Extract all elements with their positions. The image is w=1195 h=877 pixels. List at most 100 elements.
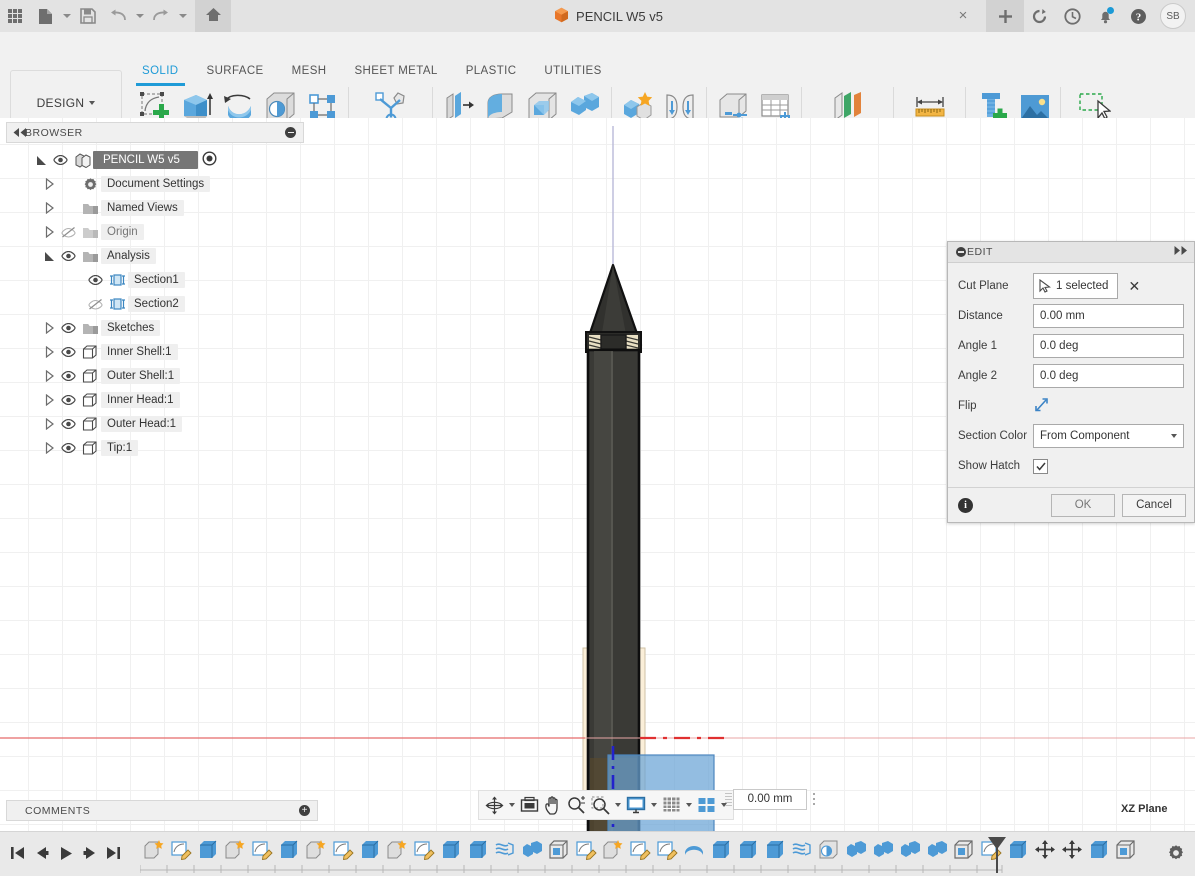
save-icon[interactable] bbox=[73, 0, 103, 32]
tab-utilities[interactable]: UTILITIES bbox=[530, 65, 615, 83]
close-tab-icon[interactable]: × bbox=[956, 8, 970, 23]
tree-item-origin[interactable]: Origin bbox=[6, 220, 304, 244]
avatar[interactable]: SB bbox=[1160, 3, 1186, 29]
clear-selection-icon[interactable]: ✕ bbox=[1128, 279, 1140, 293]
expand-arrow-icon[interactable] bbox=[42, 322, 57, 334]
collapse-left-icon[interactable] bbox=[13, 128, 27, 137]
grid-apps-icon[interactable] bbox=[0, 0, 30, 32]
add-comment-icon[interactable]: + bbox=[299, 805, 310, 816]
timeline-item[interactable] bbox=[1031, 838, 1058, 870]
orbit-icon[interactable] bbox=[483, 793, 506, 817]
orbit-dropdown-caret-icon[interactable] bbox=[507, 793, 517, 817]
visibility-eye-icon[interactable] bbox=[49, 155, 71, 165]
expand-arrow-icon[interactable] bbox=[42, 226, 57, 238]
visibility-eye-icon[interactable] bbox=[57, 443, 79, 453]
info-icon[interactable]: i bbox=[958, 497, 973, 513]
home-tab[interactable] bbox=[195, 0, 231, 32]
tree-item-sketches[interactable]: Sketches bbox=[6, 316, 304, 340]
visibility-eye-off-icon[interactable] bbox=[84, 298, 106, 310]
expand-arrow-icon[interactable] bbox=[42, 394, 57, 406]
angle2-input[interactable]: 0.0 deg bbox=[1033, 364, 1184, 388]
undo-icon[interactable] bbox=[103, 0, 133, 32]
flip-direction-icon[interactable] bbox=[1033, 397, 1050, 416]
tree-item-outer-shell[interactable]: Outer Shell:1 bbox=[6, 364, 304, 388]
timeline-playhead-marker[interactable] bbox=[986, 836, 1008, 874]
timeline-item[interactable] bbox=[1112, 838, 1139, 870]
tree-item-analysis[interactable]: Analysis bbox=[6, 244, 304, 268]
document-tab[interactable]: PENCIL W5 v5 × bbox=[231, 0, 987, 32]
timeline-item[interactable] bbox=[1085, 838, 1112, 870]
viewports-icon[interactable] bbox=[695, 793, 718, 817]
dialog-expand-icon[interactable] bbox=[1174, 246, 1188, 255]
tree-item-named-views[interactable]: Named Views bbox=[6, 196, 304, 220]
tree-root-pencil-w5[interactable]: PENCIL W5 v5 bbox=[6, 148, 304, 172]
dialog-minimize-icon[interactable] bbox=[956, 247, 966, 257]
expand-toggle-icon[interactable] bbox=[34, 155, 49, 166]
visibility-eye-icon[interactable] bbox=[57, 419, 79, 429]
measurement-options-icon[interactable] bbox=[807, 789, 821, 809]
collapse-arrow-icon[interactable] bbox=[42, 251, 57, 262]
refresh-icon[interactable] bbox=[1024, 0, 1055, 32]
comments-panel[interactable]: COMMENTS + bbox=[6, 800, 318, 821]
cut-plane-selection[interactable]: 1 selected bbox=[1033, 273, 1119, 299]
component-activate-radio-icon[interactable] bbox=[202, 151, 217, 169]
pan-icon[interactable] bbox=[542, 793, 564, 817]
browser-header[interactable]: BROWSER bbox=[6, 122, 304, 143]
new-tab-button[interactable] bbox=[986, 0, 1024, 32]
step-forward-icon[interactable] bbox=[78, 840, 100, 866]
skip-end-icon[interactable] bbox=[102, 840, 124, 866]
bell-icon[interactable] bbox=[1090, 0, 1121, 32]
expand-arrow-icon[interactable] bbox=[42, 178, 57, 190]
tree-item-tip[interactable]: Tip:1 bbox=[6, 436, 304, 460]
skip-start-icon[interactable] bbox=[6, 840, 28, 866]
grid-snaps-icon[interactable] bbox=[660, 793, 683, 817]
zoom-icon[interactable] bbox=[565, 793, 588, 817]
tree-item-document-settings[interactable]: Document Settings bbox=[6, 172, 304, 196]
tab-plastic[interactable]: PLASTIC bbox=[452, 65, 531, 83]
step-back-icon[interactable] bbox=[30, 840, 52, 866]
cancel-button[interactable]: Cancel bbox=[1122, 493, 1186, 517]
distance-input[interactable]: 0.00 mm bbox=[1033, 304, 1184, 328]
display-settings-icon[interactable] bbox=[624, 793, 648, 817]
look-at-icon[interactable] bbox=[518, 793, 541, 817]
tab-mesh[interactable]: MESH bbox=[278, 65, 341, 83]
tab-sheet-metal[interactable]: SHEET METAL bbox=[340, 65, 451, 83]
help-icon[interactable]: ? bbox=[1123, 0, 1154, 32]
play-icon[interactable] bbox=[54, 840, 76, 866]
section-color-select[interactable]: From Component bbox=[1033, 424, 1184, 448]
drag-grip-icon[interactable] bbox=[724, 789, 733, 809]
tree-item-outer-head[interactable]: Outer Head:1 bbox=[6, 412, 304, 436]
expand-arrow-icon[interactable] bbox=[42, 370, 57, 382]
visibility-eye-off-icon[interactable] bbox=[57, 226, 79, 238]
expand-arrow-icon[interactable] bbox=[42, 442, 57, 454]
grid-snaps-dropdown-caret-icon[interactable] bbox=[684, 793, 694, 817]
visibility-eye-icon[interactable] bbox=[84, 275, 106, 285]
tab-surface[interactable]: SURFACE bbox=[193, 65, 278, 83]
undo-dropdown-caret-icon[interactable] bbox=[133, 0, 146, 32]
display-settings-dropdown-caret-icon[interactable] bbox=[649, 793, 659, 817]
tree-item-section1[interactable]: Section1 bbox=[6, 268, 304, 292]
browser-minimize-icon[interactable] bbox=[285, 127, 296, 138]
tree-item-inner-head[interactable]: Inner Head:1 bbox=[6, 388, 304, 412]
expand-arrow-icon[interactable] bbox=[42, 202, 57, 214]
visibility-eye-icon[interactable] bbox=[57, 323, 79, 333]
redo-icon[interactable] bbox=[146, 0, 176, 32]
timeline-settings-gear-icon[interactable] bbox=[1167, 844, 1185, 865]
tree-item-inner-shell[interactable]: Inner Shell:1 bbox=[6, 340, 304, 364]
redo-dropdown-caret-icon[interactable] bbox=[176, 0, 189, 32]
file-dropdown-caret-icon[interactable] bbox=[60, 0, 73, 32]
zoom-window-dropdown-caret-icon[interactable] bbox=[613, 793, 623, 817]
visibility-eye-icon[interactable] bbox=[57, 347, 79, 357]
measurement-value[interactable]: 0.00 mm bbox=[733, 788, 807, 810]
tree-item-section2[interactable]: Section2 bbox=[6, 292, 304, 316]
expand-arrow-icon[interactable] bbox=[42, 418, 57, 430]
edit-section-dialog[interactable]: EDIT Cut Plane 1 selected ✕ Distance 0.0… bbox=[947, 241, 1195, 523]
visibility-eye-icon[interactable] bbox=[57, 371, 79, 381]
clock-icon[interactable] bbox=[1057, 0, 1088, 32]
tab-solid[interactable]: SOLID bbox=[128, 65, 193, 86]
dialog-header[interactable]: EDIT bbox=[948, 242, 1194, 263]
zoom-window-icon[interactable] bbox=[589, 793, 612, 817]
visibility-eye-icon[interactable] bbox=[57, 395, 79, 405]
file-icon[interactable] bbox=[30, 0, 60, 32]
expand-arrow-icon[interactable] bbox=[42, 346, 57, 358]
